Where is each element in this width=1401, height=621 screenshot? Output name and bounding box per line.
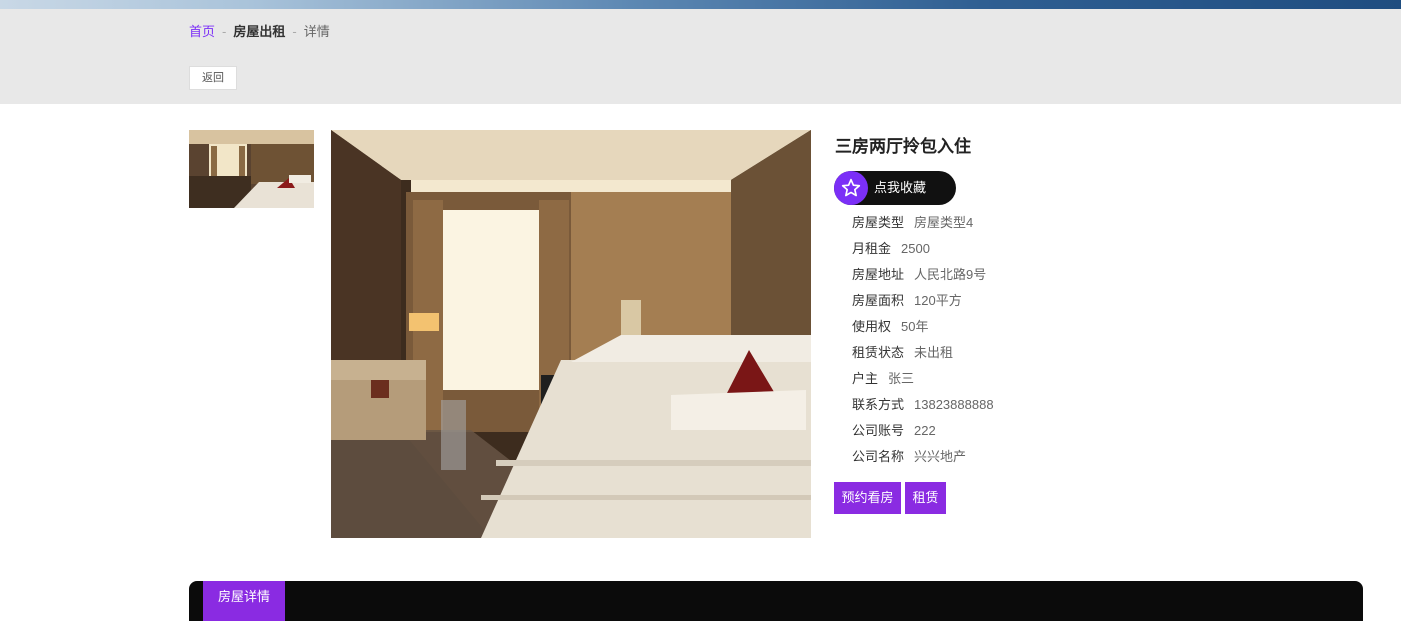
info-row-area: 房屋面积 120平方 <box>852 292 994 318</box>
info-label: 房屋地址 <box>852 267 905 282</box>
property-info-list: 房屋类型 房屋类型4 月租金 2500 房屋地址 人民北路9号 房屋面积 120平方 使… <box>852 214 994 474</box>
info-row-contact: 联系方式 13823888888 <box>852 396 994 422</box>
info-row-rental-status: 租赁状态 未出租 <box>852 344 994 370</box>
info-value: 13823888888 <box>914 397 994 412</box>
info-label: 租赁状态 <box>852 345 905 360</box>
info-label: 月租金 <box>852 241 892 256</box>
info-value: 房屋类型4 <box>914 215 974 230</box>
listing-title: 三房两厅拎包入住 <box>835 137 971 156</box>
info-label: 联系方式 <box>852 397 905 412</box>
info-value: 未出租 <box>914 345 954 360</box>
breadcrumb-section-link[interactable]: 房屋出租 <box>233 24 285 39</box>
info-row-company-name: 公司名称 兴兴地产 <box>852 448 994 474</box>
star-outline-icon <box>834 171 868 205</box>
info-value: 222 <box>914 423 936 438</box>
info-label: 公司账号 <box>852 423 905 438</box>
info-value: 50年 <box>901 319 929 334</box>
info-value: 人民北路9号 <box>914 267 987 282</box>
breadcrumb: 首页 - 房屋出租 - 详情 <box>189 24 330 40</box>
main-room-photo <box>331 130 811 538</box>
info-value: 张三 <box>888 371 915 386</box>
info-value: 120平方 <box>914 293 962 308</box>
info-value: 2500 <box>901 241 930 256</box>
info-row-house-type: 房屋类型 房屋类型4 <box>852 214 994 240</box>
info-row-address: 房屋地址 人民北路9号 <box>852 266 994 292</box>
info-row-usage-right: 使用权 50年 <box>852 318 994 344</box>
info-row-owner: 户主 张三 <box>852 370 994 396</box>
rent-button[interactable]: 租赁 <box>905 482 946 514</box>
info-label: 户主 <box>852 371 879 386</box>
info-value: 兴兴地产 <box>914 449 967 464</box>
detail-tab-bar: 房屋详情 <box>189 581 1363 621</box>
book-viewing-button[interactable]: 预约看房 <box>834 482 901 514</box>
info-label: 房屋类型 <box>852 215 905 230</box>
breadcrumb-home-link[interactable]: 首页 <box>189 24 215 39</box>
breadcrumb-separator: - <box>292 24 297 39</box>
favorite-label: 点我收藏 <box>874 180 927 195</box>
breadcrumb-area: 首页 - 房屋出租 - 详情 返回 <box>0 9 1401 104</box>
breadcrumb-current: 详情 <box>303 24 330 39</box>
tab-house-details[interactable]: 房屋详情 <box>203 581 285 621</box>
favorite-button[interactable]: 点我收藏 <box>834 171 956 205</box>
breadcrumb-separator: - <box>222 24 227 39</box>
info-row-monthly-rent: 月租金 2500 <box>852 240 994 266</box>
top-banner-image <box>0 0 1401 9</box>
info-row-company-account: 公司账号 222 <box>852 422 994 448</box>
info-label: 公司名称 <box>852 449 905 464</box>
back-button[interactable]: 返回 <box>189 66 237 90</box>
info-label: 使用权 <box>852 319 892 334</box>
info-label: 房屋面积 <box>852 293 905 308</box>
thumbnail-image[interactable] <box>189 130 314 208</box>
